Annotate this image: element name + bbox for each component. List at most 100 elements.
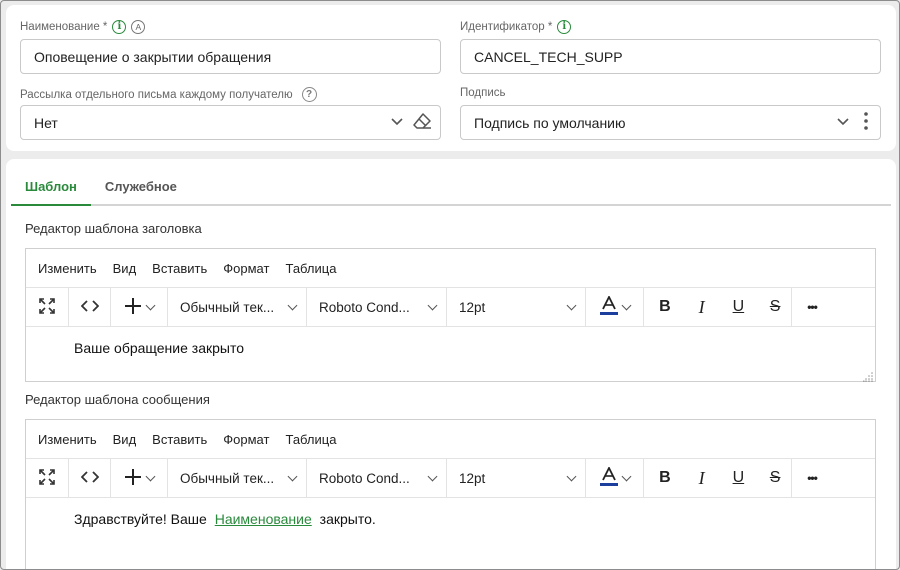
menu-edit[interactable]: Изменить	[38, 432, 97, 447]
mailing-label: Рассылка отдельного письма каждому получ…	[20, 88, 293, 101]
identifier-field[interactable]: CANCEL_TECH_SUPP	[460, 39, 881, 74]
font-size-value: 12pt	[459, 470, 486, 486]
tab-template[interactable]: Шаблон	[11, 169, 91, 206]
editor-toolbar: Обычный тек... Roboto Cond... 12pt B I U…	[26, 288, 875, 327]
font-family-value: Roboto Cond...	[319, 470, 410, 486]
chevron-down-icon[interactable]	[390, 114, 404, 131]
menu-table[interactable]: Таблица	[285, 261, 336, 276]
fullscreen-button[interactable]	[26, 288, 69, 326]
menu-edit[interactable]: Изменить	[38, 261, 97, 276]
chevron-down-icon	[287, 471, 298, 481]
menu-format[interactable]: Формат	[223, 261, 269, 276]
chevron-down-icon	[145, 300, 156, 310]
more-icon: •••	[807, 300, 818, 314]
font-family-select[interactable]: Roboto Cond...	[307, 459, 447, 497]
chevron-down-icon	[287, 300, 298, 310]
mailing-select[interactable]: Нет	[20, 105, 441, 140]
chevron-down-icon[interactable]	[836, 114, 850, 131]
font-family-value: Roboto Cond...	[319, 299, 410, 315]
message-text-after: закрыто.	[319, 511, 376, 527]
mailing-value: Нет	[34, 114, 58, 131]
italic-icon[interactable]: I	[686, 297, 718, 318]
more-button[interactable]: •••	[792, 459, 832, 497]
name-placeholder-link[interactable]: Наименование	[215, 511, 312, 527]
text-color-button[interactable]	[586, 459, 644, 497]
bold-icon[interactable]: B	[649, 469, 681, 487]
block-format-select[interactable]: Обычный тек...	[168, 459, 307, 497]
menu-view[interactable]: Вид	[113, 432, 137, 447]
mailing-label-row: Рассылка отдельного письма каждому получ…	[20, 87, 317, 102]
font-size-value: 12pt	[459, 299, 486, 315]
underline-icon[interactable]: U	[723, 298, 755, 316]
formatting-group: B I U S	[644, 459, 792, 497]
header-editor-content[interactable]: Ваше обращение закрыто	[26, 327, 875, 382]
text-color-icon	[599, 465, 618, 490]
italic-icon[interactable]: I	[686, 468, 718, 489]
text-color-icon	[599, 294, 618, 319]
source-code-button[interactable]	[69, 459, 111, 497]
chevron-down-icon	[427, 471, 438, 481]
tab-bar: Шаблон Служебное	[11, 169, 891, 206]
font-size-select[interactable]: 12pt	[447, 288, 586, 326]
name-value: Оповещение о закрытии обращения	[34, 48, 272, 65]
block-format-value: Обычный тек...	[180, 299, 275, 315]
block-format-select[interactable]: Обычный тек...	[168, 288, 307, 326]
info-icon[interactable]: i	[557, 20, 572, 34]
chevron-down-icon	[145, 471, 156, 481]
template-card: Шаблон Служебное Редактор шаблона заголо…	[6, 159, 896, 569]
bold-icon[interactable]: B	[649, 298, 681, 316]
chevron-down-icon	[566, 300, 577, 310]
plus-icon	[124, 468, 142, 489]
fullscreen-button[interactable]	[26, 459, 69, 497]
info-icon[interactable]: i	[112, 20, 127, 34]
insert-button[interactable]	[111, 459, 168, 497]
identifier-label: Идентификатор *	[460, 21, 553, 33]
editor-toolbar: Обычный тек... Roboto Cond... 12pt B I U…	[26, 459, 875, 498]
message-text-before: Здравствуйте! Ваше	[74, 511, 207, 527]
font-size-select[interactable]: 12pt	[447, 459, 586, 497]
fullscreen-icon	[39, 468, 55, 488]
more-icon: •••	[807, 471, 818, 485]
identifier-label-row: Идентификатор * i	[460, 20, 572, 34]
more-button[interactable]: •••	[792, 288, 832, 326]
chevron-down-icon	[427, 300, 438, 310]
underline-icon[interactable]: U	[723, 469, 755, 487]
autofill-icon[interactable]: A	[131, 20, 146, 34]
text-color-button[interactable]	[586, 288, 644, 326]
insert-button[interactable]	[111, 288, 168, 326]
name-label: Наименование *	[20, 21, 108, 33]
menu-insert[interactable]: Вставить	[152, 432, 207, 447]
chevron-down-icon	[621, 300, 631, 310]
eraser-icon[interactable]	[412, 112, 432, 133]
menu-view[interactable]: Вид	[113, 261, 137, 276]
fullscreen-icon	[39, 297, 55, 317]
source-code-icon	[80, 299, 99, 315]
header-template-editor: Изменить Вид Вставить Формат Таблица Обы…	[25, 248, 876, 382]
font-family-select[interactable]: Roboto Cond...	[307, 288, 447, 326]
identifier-value: CANCEL_TECH_SUPP	[474, 48, 623, 65]
strikethrough-icon[interactable]: S	[759, 298, 791, 316]
formatting-group: B I U S	[644, 288, 792, 326]
signature-label: Подпись	[460, 87, 506, 99]
editor-menubar: Изменить Вид Вставить Формат Таблица	[26, 249, 875, 288]
strikethrough-icon[interactable]: S	[759, 469, 791, 487]
menu-table[interactable]: Таблица	[285, 432, 336, 447]
menu-format[interactable]: Формат	[223, 432, 269, 447]
message-template-editor: Изменить Вид Вставить Формат Таблица Обы…	[25, 419, 876, 569]
chevron-down-icon	[621, 471, 631, 481]
message-editor-content[interactable]: Здравствуйте! Ваше Наименование закрыто.	[26, 498, 875, 569]
signature-select[interactable]: Подпись по умолчанию	[460, 105, 881, 140]
kebab-menu-icon[interactable]	[864, 112, 868, 133]
tab-service[interactable]: Служебное	[91, 169, 191, 206]
block-format-value: Обычный тек...	[180, 470, 275, 486]
header-editor-title: Редактор шаблона заголовка	[25, 221, 202, 236]
properties-card: Наименование * i A Оповещение о закрытии…	[6, 5, 896, 151]
help-icon[interactable]: ?	[301, 87, 317, 102]
source-code-button[interactable]	[69, 288, 111, 326]
resize-handle-icon[interactable]	[863, 369, 873, 382]
name-field[interactable]: Оповещение о закрытии обращения	[20, 39, 441, 74]
plus-icon	[124, 297, 142, 318]
name-label-row: Наименование * i A	[20, 20, 146, 34]
menu-insert[interactable]: Вставить	[152, 261, 207, 276]
chevron-down-icon	[566, 471, 577, 481]
